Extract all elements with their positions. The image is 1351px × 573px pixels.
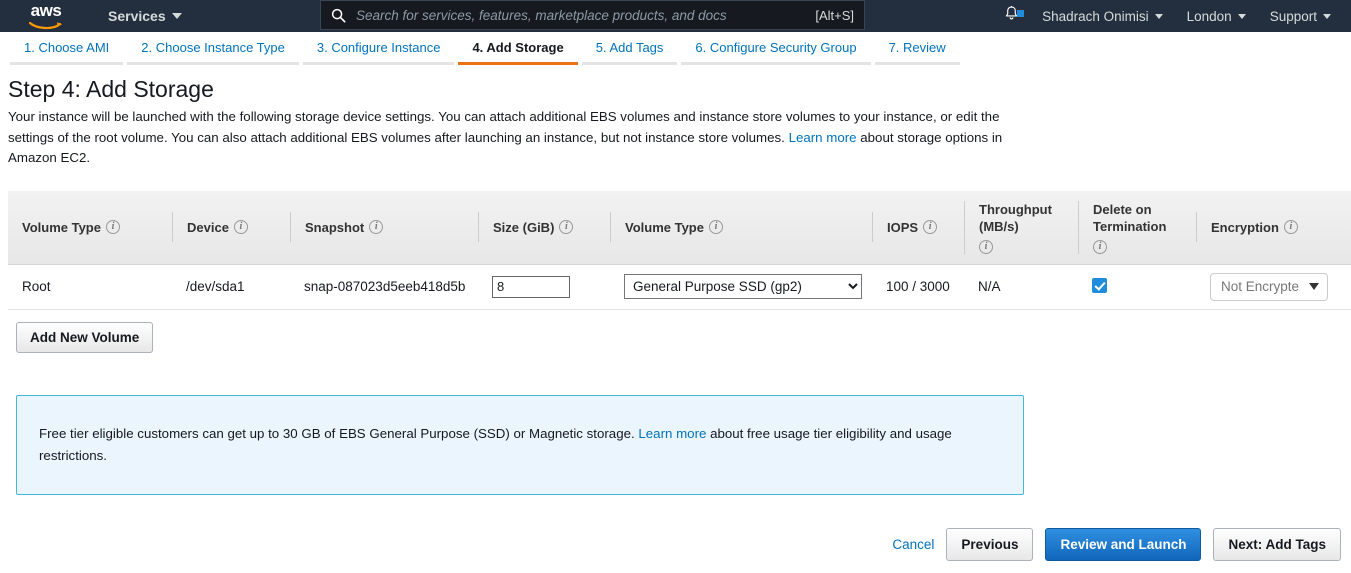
- col-header-label: Throughput (MB/s): [979, 201, 1052, 234]
- cell-throughput: N/A: [964, 264, 1078, 310]
- top-navigation-bar: aws Services [Alt+S]: [0, 0, 1351, 32]
- learn-more-link-storage[interactable]: Learn more: [789, 130, 857, 145]
- aws-logo[interactable]: aws: [22, 2, 70, 30]
- info-icon[interactable]: i: [1283, 220, 1298, 234]
- services-menu-label: Services: [108, 8, 166, 24]
- user-menu-label: Shadrach Onimisi: [1042, 8, 1149, 24]
- cell-encryption: Not Encrypte: [1196, 264, 1351, 310]
- size-input[interactable]: [492, 275, 570, 298]
- info-icon[interactable]: i: [105, 220, 120, 234]
- wizard-step-6[interactable]: 6. Configure Security Group: [681, 40, 871, 65]
- learn-more-link-free-tier[interactable]: Learn more: [638, 426, 706, 441]
- delete-on-termination-checkbox[interactable]: [1092, 277, 1107, 293]
- page-description: Your instance will be launched with the …: [8, 107, 1018, 169]
- col-header-volume-type: Volume Type i: [8, 190, 172, 265]
- encryption-select[interactable]: Not Encrypte: [1210, 272, 1328, 301]
- free-tier-info-text: Free tier eligible customers can get up …: [39, 423, 1001, 467]
- col-header-delete-on-termination: Delete on Termination i: [1078, 190, 1196, 265]
- col-header-snapshot: Snapshot i: [290, 190, 478, 265]
- col-header-throughput: Throughput (MB/s) i: [964, 190, 1078, 265]
- wizard-step-1[interactable]: 1. Choose AMI: [10, 40, 124, 65]
- page-content: Step 4: Add Storage Your instance will b…: [0, 65, 1351, 495]
- search-shortcut-hint: [Alt+S]: [815, 7, 854, 23]
- next-add-tags-button[interactable]: Next: Add Tags: [1213, 528, 1341, 561]
- col-header-label: Size (GiB): [493, 219, 555, 235]
- cell-iops: 100 / 3000: [872, 264, 964, 310]
- col-header-label: Delete on Termination: [1093, 201, 1167, 234]
- col-header-label: Snapshot: [305, 219, 365, 235]
- wizard-steps: 1. Choose AMI 2. Choose Instance Type 3.…: [0, 32, 1351, 65]
- nav-right-group: Shadrach Onimisi London Support: [993, 0, 1343, 32]
- free-tier-text-1: Free tier eligible customers can get up …: [39, 425, 639, 441]
- support-menu-label: Support: [1269, 8, 1317, 24]
- volume-type-select[interactable]: General Purpose SSD (gp2)Provisioned IOP…: [624, 274, 862, 299]
- user-menu[interactable]: Shadrach Onimisi: [1030, 0, 1175, 32]
- col-header-size: Size (GiB) i: [478, 190, 610, 265]
- table-header-row: Volume Type i Device i Snapshot i Size (…: [8, 190, 1351, 265]
- wizard-step-4[interactable]: 4. Add Storage: [458, 40, 578, 65]
- cell-size: [478, 264, 610, 310]
- chevron-down-icon: [1154, 13, 1163, 19]
- storage-table: Volume Type i Device i Snapshot i Size (…: [8, 190, 1351, 310]
- free-tier-info-box: Free tier eligible customers can get up …: [16, 394, 1024, 495]
- notification-badge: [1017, 10, 1025, 17]
- col-header-label: Volume Type: [22, 219, 101, 235]
- info-icon[interactable]: i: [708, 220, 723, 234]
- info-icon[interactable]: i: [233, 220, 248, 234]
- cancel-button[interactable]: Cancel: [892, 537, 934, 552]
- aws-swoosh-icon: [28, 17, 63, 35]
- wizard-step-3[interactable]: 3. Configure Instance: [302, 40, 455, 65]
- cell-volume-type: Root: [8, 264, 172, 310]
- info-icon[interactable]: i: [923, 220, 938, 234]
- services-menu[interactable]: Services: [108, 8, 182, 24]
- table-row: Root /dev/sda1 snap-087023d5eeb418d5b Ge…: [8, 264, 1351, 310]
- cell-snapshot: snap-087023d5eeb418d5b: [290, 264, 478, 310]
- col-header-iops: IOPS i: [872, 190, 964, 265]
- info-icon[interactable]: i: [1093, 239, 1107, 254]
- previous-button[interactable]: Previous: [946, 528, 1034, 561]
- cell-delete-on-termination: [1078, 264, 1196, 310]
- col-header-volume-type-select: Volume Type i: [610, 190, 872, 265]
- chevron-down-icon: [1309, 283, 1319, 290]
- chevron-down-icon: [171, 13, 182, 19]
- add-volume-wrapper: Add New Volume: [8, 321, 1343, 353]
- cell-device: /dev/sda1: [172, 264, 290, 310]
- col-header-encryption: Encryption i: [1196, 190, 1351, 265]
- wizard-step-2[interactable]: 2. Choose Instance Type: [127, 40, 299, 65]
- global-search-bar[interactable]: [Alt+S]: [320, 0, 865, 30]
- info-icon[interactable]: i: [979, 239, 993, 254]
- region-menu[interactable]: London: [1175, 0, 1258, 32]
- storage-table-wrapper: Volume Type i Device i Snapshot i Size (…: [8, 190, 1351, 310]
- col-header-label: Device: [187, 219, 229, 235]
- search-icon: [331, 8, 346, 23]
- col-header-device: Device i: [172, 190, 290, 265]
- chevron-down-icon: [1323, 13, 1331, 19]
- page-title: Step 4: Add Storage: [8, 76, 214, 102]
- info-icon[interactable]: i: [369, 220, 384, 234]
- review-and-launch-button[interactable]: Review and Launch: [1045, 528, 1202, 561]
- cell-volume-type-select: General Purpose SSD (gp2)Provisioned IOP…: [610, 264, 872, 310]
- info-icon[interactable]: i: [559, 220, 574, 234]
- add-new-volume-button[interactable]: Add New Volume: [16, 321, 154, 353]
- region-menu-label: London: [1186, 8, 1232, 24]
- search-input[interactable]: [354, 6, 808, 24]
- encryption-select-value: Not Encrypte: [1221, 279, 1300, 294]
- chevron-down-icon: [1237, 13, 1246, 19]
- col-header-label: Volume Type: [625, 219, 704, 235]
- col-header-label: IOPS: [887, 219, 919, 235]
- support-menu[interactable]: Support: [1258, 0, 1343, 32]
- col-header-label: Encryption: [1211, 219, 1279, 235]
- notifications-button[interactable]: [993, 5, 1030, 27]
- footer-actions: Cancel Previous Review and Launch Next: …: [892, 528, 1341, 561]
- wizard-step-5[interactable]: 5. Add Tags: [581, 40, 678, 65]
- wizard-step-7[interactable]: 7. Review: [874, 40, 960, 65]
